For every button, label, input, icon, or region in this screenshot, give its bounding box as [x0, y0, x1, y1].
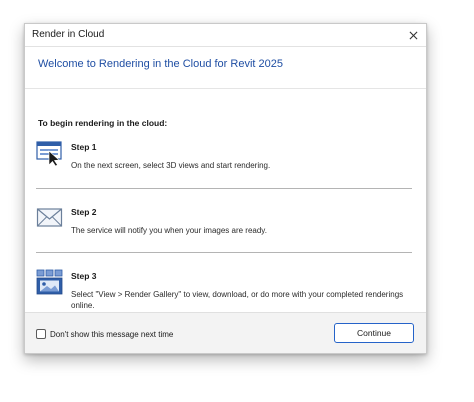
- select-views-icon: [36, 141, 62, 166]
- intro-text: To begin rendering in the cloud:: [38, 118, 168, 128]
- close-button[interactable]: [402, 25, 424, 45]
- step-1-title: Step 1: [71, 142, 97, 152]
- window-title: Render in Cloud: [32, 29, 105, 40]
- render-in-cloud-dialog: Render in Cloud Welcome to Rendering in …: [24, 23, 427, 354]
- step-2-description: The service will notify you when your im…: [71, 226, 267, 235]
- dont-show-again-toggle[interactable]: Don't show this message next time: [36, 329, 173, 339]
- step-3: Step 3 Select "View > Render Gallery" to…: [36, 269, 412, 313]
- dialog-content: Welcome to Rendering in the Cloud for Re…: [25, 46, 426, 315]
- step-2-title: Step 2: [71, 207, 97, 217]
- step-2: Step 2 The service will notify you when …: [36, 205, 412, 241]
- step-3-title: Step 3: [71, 271, 97, 281]
- title-bar: Render in Cloud: [25, 24, 426, 46]
- continue-button[interactable]: Continue: [334, 323, 414, 343]
- step-divider-1: [36, 188, 412, 189]
- envelope-icon: [36, 208, 63, 227]
- close-icon: [409, 31, 417, 39]
- step-3-description: Select "View > Render Gallery" to view, …: [71, 290, 404, 310]
- step-1: Step 1 On the next screen, select 3D vie…: [36, 140, 412, 176]
- step-divider-2: [36, 252, 412, 253]
- dont-show-again-checkbox[interactable]: [36, 329, 46, 339]
- screenshot-stage: Render in Cloud Welcome to Rendering in …: [0, 0, 474, 402]
- welcome-heading: Welcome to Rendering in the Cloud for Re…: [38, 58, 283, 70]
- dont-show-again-label: Don't show this message next time: [50, 329, 174, 339]
- step-1-description: On the next screen, select 3D views and …: [71, 161, 271, 170]
- gallery-icon: [36, 269, 63, 295]
- dialog-footer: Don't show this message next time Contin…: [25, 312, 426, 353]
- header-divider: [25, 88, 426, 89]
